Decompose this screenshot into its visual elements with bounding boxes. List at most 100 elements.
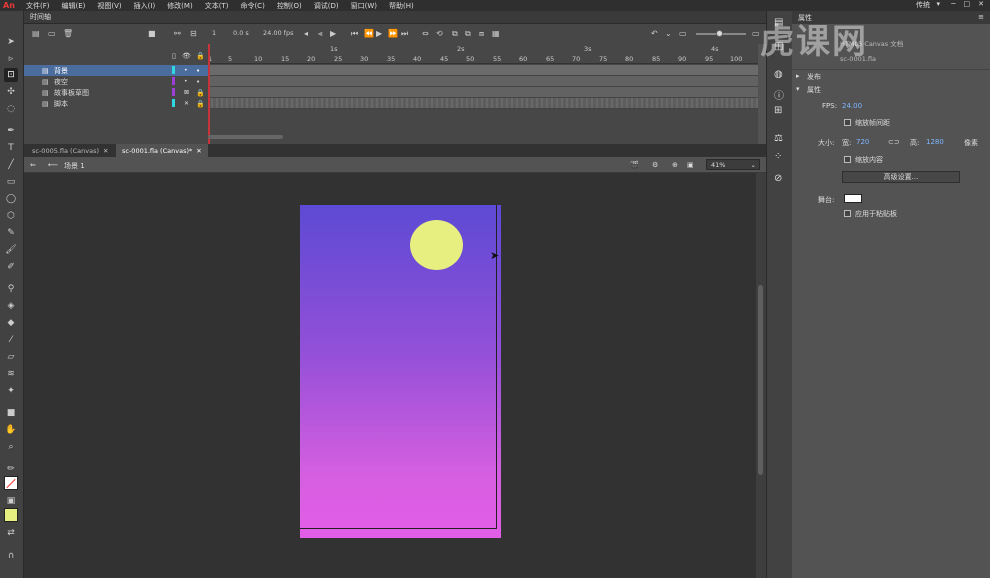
- free-transform-tool-icon[interactable]: ⊡: [4, 68, 18, 82]
- rectangle-tool-icon[interactable]: ▭: [4, 175, 18, 189]
- chevron-down-icon[interactable]: ▾: [796, 85, 800, 93]
- fps-value[interactable]: 24.00: [842, 102, 862, 110]
- pencil-tool-icon[interactable]: ✎: [4, 226, 18, 240]
- scale-content-checkbox[interactable]: [844, 156, 851, 163]
- menu-text[interactable]: 文本(T): [199, 1, 235, 11]
- frame-track[interactable]: [208, 65, 758, 76]
- code-snippets-icon[interactable]: ⊘: [774, 173, 782, 184]
- frame-ruler[interactable]: 1s 2s 3s 4s 1 5 10 15 20 25 30 35 40 45 …: [208, 44, 758, 64]
- chevron-right-icon[interactable]: ▸: [796, 72, 800, 80]
- attributes-section[interactable]: 属性: [807, 85, 821, 95]
- layer-parenting-icon[interactable]: ⚯: [174, 29, 181, 38]
- menu-window[interactable]: 窗口(W): [345, 1, 383, 11]
- slider-knob[interactable]: [716, 30, 723, 37]
- menu-edit[interactable]: 编辑(E): [56, 1, 92, 11]
- close-icon[interactable]: ✕: [196, 147, 201, 155]
- go-to-first-frame-icon[interactable]: ⏮: [351, 29, 358, 39]
- clip-content-icon[interactable]: ▣: [687, 161, 694, 169]
- paint-brush-tool-icon[interactable]: ✐: [4, 260, 18, 274]
- menu-insert[interactable]: 插入(I): [128, 1, 162, 11]
- visibility-dot-icon[interactable]: •: [184, 67, 188, 74]
- snap-to-objects-icon[interactable]: ∩: [4, 549, 18, 563]
- step-back-icon[interactable]: ⫷: [318, 29, 323, 39]
- menu-view[interactable]: 视图(V): [91, 1, 127, 11]
- layer-name[interactable]: 夜空: [54, 77, 68, 87]
- timeline-zoom-slider[interactable]: [696, 30, 746, 37]
- new-layer-icon[interactable]: ▤: [32, 29, 40, 38]
- delete-layer-icon[interactable]: 🗑: [63, 29, 73, 38]
- hidden-layer-icon[interactable]: ⊠: [184, 89, 189, 96]
- camera-tool-icon[interactable]: ■: [4, 406, 18, 420]
- previous-frame-icon[interactable]: ⏪: [364, 29, 374, 38]
- layer-row[interactable]: ▤ 脚本 ✕ 🔒: [24, 98, 208, 109]
- menu-control[interactable]: 控制(O): [271, 1, 308, 11]
- zoom-out-icon[interactable]: ▭: [679, 29, 687, 38]
- back-arrow-icon[interactable]: ⇐: [30, 161, 36, 169]
- edit-multiple-frames-icon[interactable]: ⧈: [479, 29, 484, 39]
- play-pause-icon[interactable]: ▶: [376, 29, 382, 38]
- layer-row[interactable]: ▤ 背景 • •: [24, 65, 208, 76]
- stage-pasteboard[interactable]: ➤: [24, 173, 756, 578]
- playhead[interactable]: [208, 44, 210, 144]
- menu-help[interactable]: 帮助(H): [383, 1, 420, 11]
- onion-skin-outlines-icon[interactable]: ⧉: [465, 29, 471, 39]
- scale-spans-checkbox[interactable]: [844, 119, 851, 126]
- fill-color-icon[interactable]: ▣: [4, 494, 18, 508]
- components-panel-icon[interactable]: ⚖: [774, 133, 783, 144]
- swap-colors-icon[interactable]: ⇄: [4, 526, 18, 540]
- lock-dot-icon[interactable]: •: [196, 67, 200, 75]
- motion-presets-icon[interactable]: ⁘: [774, 151, 782, 162]
- eye-icon[interactable]: 👁: [182, 52, 191, 60]
- moon-shape[interactable]: [410, 220, 463, 270]
- advanced-settings-button[interactable]: 高级设置...: [842, 171, 960, 183]
- close-icon[interactable]: ✕: [103, 147, 108, 155]
- timeline-title[interactable]: 时间轴: [30, 12, 51, 22]
- timeline-scrollbar[interactable]: [208, 135, 283, 139]
- text-tool-icon[interactable]: T: [4, 141, 18, 155]
- show-parenting-icon[interactable]: ⊟: [190, 29, 197, 38]
- layer-row[interactable]: ▤ 夜空 • •: [24, 76, 208, 87]
- menu-modify[interactable]: 修改(M): [161, 1, 199, 11]
- camera-icon[interactable]: ■: [148, 29, 156, 38]
- subselection-tool-icon[interactable]: ▹: [4, 52, 18, 66]
- current-frame[interactable]: 1: [212, 29, 216, 37]
- eraser-tool-icon[interactable]: ▱: [4, 350, 18, 364]
- publish-section[interactable]: 发布: [807, 72, 821, 82]
- stroke-color-icon[interactable]: ✏: [4, 462, 18, 476]
- paint-bucket-tool-icon[interactable]: ◈: [4, 299, 18, 313]
- edit-scene-icon[interactable]: 🎬: [630, 161, 639, 169]
- oval-tool-icon[interactable]: ◯: [4, 192, 18, 206]
- menu-commands[interactable]: 命令(C): [234, 1, 270, 11]
- bone-tool-icon[interactable]: ⚲: [4, 282, 18, 296]
- asset-warp-tool-icon[interactable]: ✦: [4, 384, 18, 398]
- menu-file[interactable]: 文件(F): [20, 1, 56, 11]
- layer-row[interactable]: ▤ 故事板草图 ⊠ 🔒: [24, 87, 208, 98]
- lock-icon[interactable]: 🔒: [196, 52, 205, 60]
- layer-name[interactable]: 故事板草图: [54, 88, 89, 98]
- ink-bottle-tool-icon[interactable]: ◆: [4, 316, 18, 330]
- line-tool-icon[interactable]: ╱: [4, 158, 18, 172]
- properties-title[interactable]: 属性: [798, 13, 812, 23]
- chevron-down-icon[interactable]: ▾: [936, 0, 940, 8]
- height-value[interactable]: 1280: [926, 138, 944, 146]
- next-frame-icon[interactable]: ⏩: [388, 29, 398, 38]
- loop-icon[interactable]: ⟲: [436, 29, 443, 38]
- minimize-icon[interactable]: ─: [951, 0, 955, 8]
- color-panel-icon[interactable]: ◍: [774, 69, 783, 80]
- width-value[interactable]: 720: [856, 138, 869, 146]
- polystar-tool-icon[interactable]: ⬡: [4, 209, 18, 223]
- info-panel-icon[interactable]: ⓘ: [774, 87, 784, 102]
- zoom-tool-icon[interactable]: ⌕: [4, 440, 18, 454]
- layer-color-swatch[interactable]: [172, 66, 175, 74]
- modify-markers-icon[interactable]: ▦: [492, 29, 500, 38]
- loop-back-icon[interactable]: ◂: [304, 29, 308, 38]
- brush-tool-icon[interactable]: 🖌: [4, 243, 18, 257]
- link-icon[interactable]: ⊂⊃: [888, 138, 900, 146]
- tab-sc-0001[interactable]: sc-0001.fla (Canvas)* ✕: [116, 144, 208, 157]
- align-panel-icon[interactable]: ⊞: [774, 105, 782, 116]
- layer-name[interactable]: 脚本: [54, 99, 68, 109]
- selection-tool-icon[interactable]: ➤: [4, 35, 18, 49]
- new-folder-icon[interactable]: ▭: [48, 29, 56, 38]
- stage-color-swatch[interactable]: [844, 194, 862, 203]
- frame-track[interactable]: [208, 76, 758, 87]
